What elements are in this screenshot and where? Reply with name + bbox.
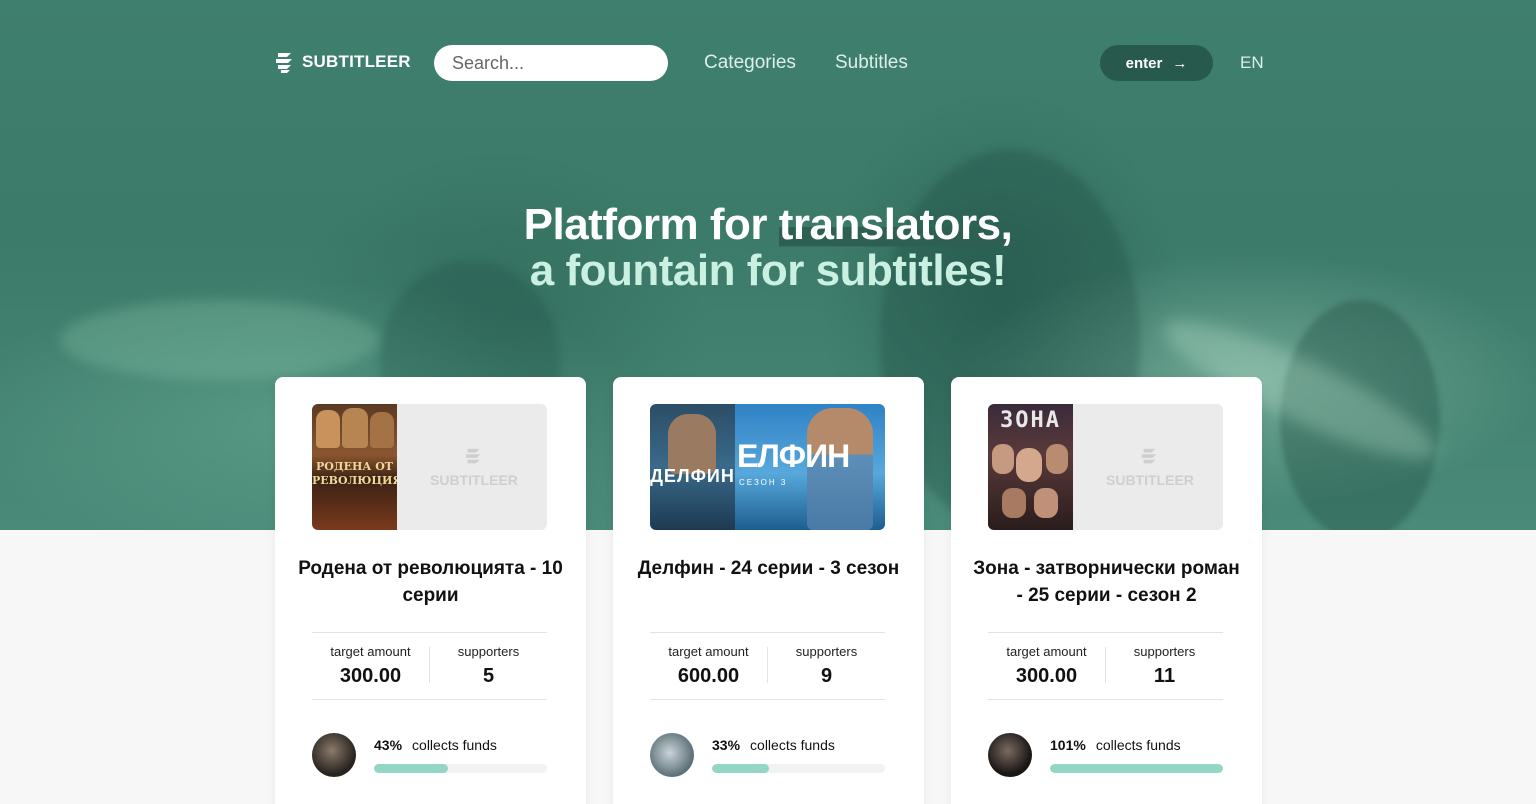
placeholder-text: SUBTITLEER <box>430 472 518 488</box>
stat-value: 300.00 <box>339 665 402 687</box>
card-stats: target amount 300.00 supporters 5 <box>312 632 547 700</box>
poster-image: ЕЛФИН СЕЗОН 3 <box>735 404 885 530</box>
progress-label: 33% collects funds <box>712 737 835 753</box>
progress-percent: 43% <box>374 737 403 753</box>
progress-status: collects funds <box>1095 737 1181 753</box>
subtitleer-logo-icon <box>465 448 481 464</box>
hero-background-glow <box>60 300 380 380</box>
stat-value: 9 <box>820 665 833 687</box>
card-title[interactable]: Зона - затворнически роман - 25 серии - … <box>971 555 1242 609</box>
progress-status: collects funds <box>412 737 497 753</box>
progress-label: 43% collects funds <box>374 737 497 753</box>
nav-categories-link[interactable]: Categories <box>704 52 796 74</box>
headline-text: Platform for <box>523 200 779 249</box>
poster-image: ЗОНА <box>988 404 1073 530</box>
poster-text: ЕЛФИН <box>737 438 850 474</box>
card-title[interactable]: Делфин - 24 серии - 3 сезон <box>633 555 904 582</box>
progress-status: collects funds <box>750 737 835 753</box>
target-amount-stat: target amount 300.00 <box>988 633 1105 699</box>
search-input[interactable] <box>434 45 668 81</box>
site-logo[interactable]: SUBTITLEER <box>274 50 411 74</box>
poster-text: РОДЕНА ОТ <box>316 460 393 473</box>
poster-image: РОДЕНА ОТ РЕВОЛЮЦИЯТА <box>312 404 397 530</box>
poster-area: ДЕЛФИН ЕЛФИН СЕЗОН 3 <box>650 404 885 530</box>
funding-progress: 33% collects funds <box>650 733 885 779</box>
poster-image: ДЕЛФИН <box>650 404 735 530</box>
progress-bar-fill <box>374 764 449 773</box>
progress-bar <box>374 764 547 773</box>
stat-label: supporters <box>1133 644 1196 659</box>
headline-comma: , <box>1000 200 1013 249</box>
project-card[interactable]: ДЕЛФИН ЕЛФИН СЕЗОН 3 Делфин - 24 серии -… <box>613 377 924 804</box>
subtitleer-logo-icon <box>276 53 292 73</box>
poster-text: ДЕЛФИН <box>650 466 735 486</box>
progress-percent: 33% <box>712 737 741 753</box>
stat-value: 11 <box>1153 665 1176 687</box>
progress-bar-fill <box>1050 764 1223 773</box>
progress-bar <box>712 764 885 773</box>
logo-text: SUBTITLEER <box>302 52 411 71</box>
funding-progress: 43% collects funds <box>312 733 547 779</box>
card-stats: target amount 300.00 supporters 11 <box>988 632 1223 700</box>
progress-label: 101% collects funds <box>1050 737 1181 753</box>
project-card[interactable]: РОДЕНА ОТ РЕВОЛЮЦИЯТА SUBTITLEER Родена … <box>275 377 586 804</box>
progress-bar <box>1050 764 1223 773</box>
language-switcher[interactable]: EN <box>1240 53 1264 73</box>
avatar[interactable] <box>650 733 694 777</box>
supporters-stat: supporters 9 <box>768 633 885 699</box>
progress-percent: 101% <box>1050 737 1086 753</box>
stat-value: 300.00 <box>1015 665 1078 687</box>
placeholder-logo: SUBTITLEER <box>430 446 518 488</box>
project-card[interactable]: ЗОНА SUBTITLEER Зона - затворнически ром… <box>951 377 1262 804</box>
subtitleer-logo-icon <box>1141 448 1157 464</box>
supporters-stat: supporters 11 <box>1106 633 1223 699</box>
stat-value: 5 <box>482 665 495 687</box>
stat-label: target amount <box>668 644 749 659</box>
target-amount-stat: target amount 300.00 <box>312 633 429 699</box>
poster-area: ЗОНА SUBTITLEER <box>988 404 1223 530</box>
nav-subtitles-link[interactable]: Subtitles <box>835 52 908 74</box>
placeholder-logo: SUBTITLEER <box>1106 446 1194 488</box>
enter-label: enter <box>1125 54 1163 72</box>
poster-text: РЕВОЛЮЦИЯТА <box>312 474 397 487</box>
arrow-right-icon: → <box>1172 54 1188 72</box>
stat-value: 600.00 <box>677 665 740 687</box>
enter-button[interactable]: enter → <box>1100 45 1213 81</box>
card-stats: target amount 600.00 supporters 9 <box>650 632 885 700</box>
stat-label: supporters <box>457 644 520 659</box>
hero-subheadline: a fountain for subtitles! <box>529 246 1007 295</box>
poster-text: ЗОНА <box>1000 408 1061 433</box>
headline-highlight: translators <box>778 200 1001 249</box>
progress-bar-fill <box>712 764 770 773</box>
stat-label: supporters <box>795 644 858 659</box>
card-title[interactable]: Родена от революцията - 10 серии <box>295 555 566 609</box>
hero-headline: Platform for translators, <box>0 200 1536 250</box>
stat-label: target amount <box>1006 644 1087 659</box>
stat-label: target amount <box>330 644 411 659</box>
poster-text: СЕЗОН 3 <box>739 478 788 487</box>
poster-area: РОДЕНА ОТ РЕВОЛЮЦИЯТА SUBTITLEER <box>312 404 547 530</box>
avatar[interactable] <box>988 733 1032 777</box>
avatar[interactable] <box>312 733 356 777</box>
target-amount-stat: target amount 600.00 <box>650 633 767 699</box>
placeholder-text: SUBTITLEER <box>1106 472 1194 488</box>
funding-progress: 101% collects funds <box>988 733 1223 779</box>
supporters-stat: supporters 5 <box>430 633 547 699</box>
